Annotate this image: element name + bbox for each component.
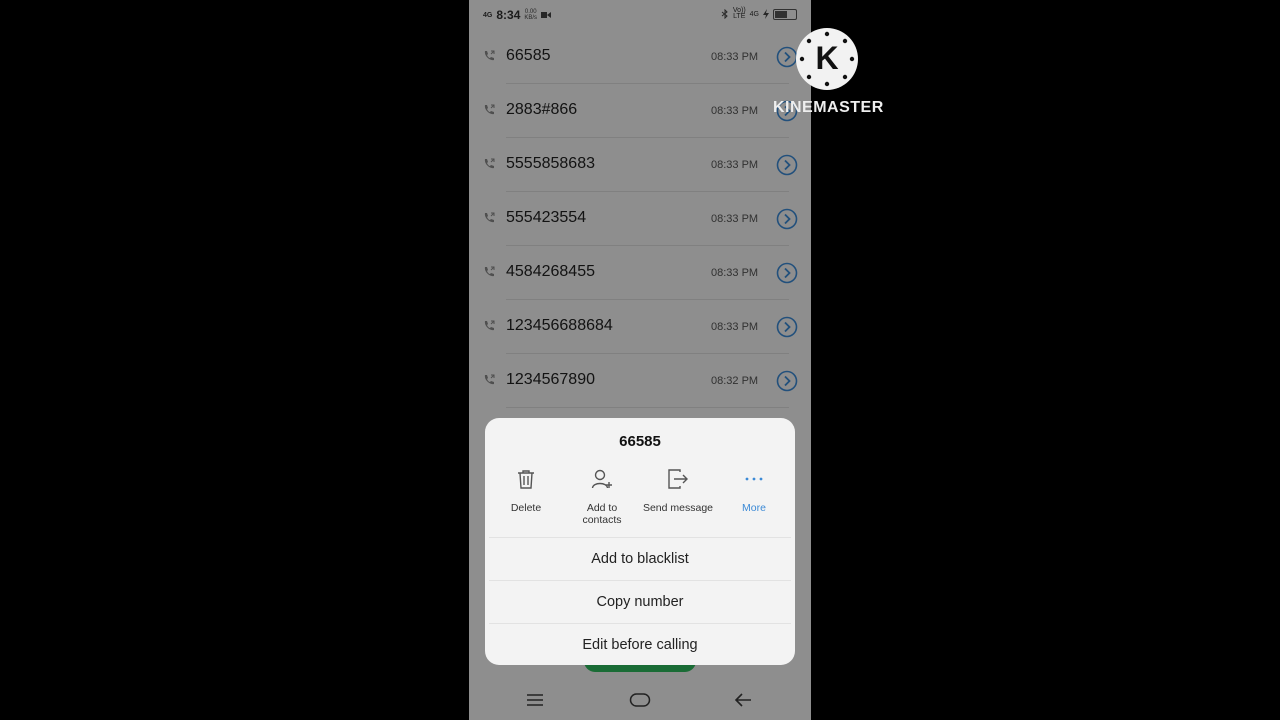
- trash-icon: [518, 470, 534, 489]
- delete-label: Delete: [510, 502, 542, 514]
- add-to-blacklist-item[interactable]: Add to blacklist: [489, 537, 791, 580]
- more-label: More: [742, 502, 766, 514]
- add-to-contacts-label-line1: Add to: [586, 502, 618, 514]
- add-contact-icon: [591, 469, 612, 489]
- send-message-icon: [668, 469, 688, 489]
- logo-dots: [799, 31, 855, 87]
- navigation-bar: [469, 680, 811, 720]
- kinemaster-wordmark: KINEMASTER: [773, 99, 884, 116]
- action-row: Delete Add to contacts Send message More: [485, 468, 795, 532]
- edit-before-calling-item[interactable]: Edit before calling: [489, 623, 791, 666]
- delete-button[interactable]: Delete: [488, 468, 564, 514]
- send-message-button[interactable]: Send message: [640, 468, 716, 514]
- home-icon[interactable]: [629, 692, 651, 708]
- copy-number-item[interactable]: Copy number: [489, 580, 791, 623]
- call-options-sheet: 66585 Delete Add to contacts Send message…: [485, 418, 795, 665]
- more-dots-icon: [745, 477, 763, 481]
- add-to-contacts-label-line2: contacts: [582, 514, 622, 526]
- kinemaster-logo-icon: K: [796, 28, 858, 90]
- menu-icon[interactable]: [526, 693, 544, 707]
- add-to-contacts-button[interactable]: Add to contacts: [564, 468, 640, 526]
- more-button[interactable]: More: [716, 468, 792, 514]
- sheet-title: 66585: [619, 433, 661, 450]
- back-icon[interactable]: [734, 692, 752, 708]
- kinemaster-watermark: K KINEMASTER: [773, 28, 883, 123]
- send-message-label: Send message: [642, 502, 714, 514]
